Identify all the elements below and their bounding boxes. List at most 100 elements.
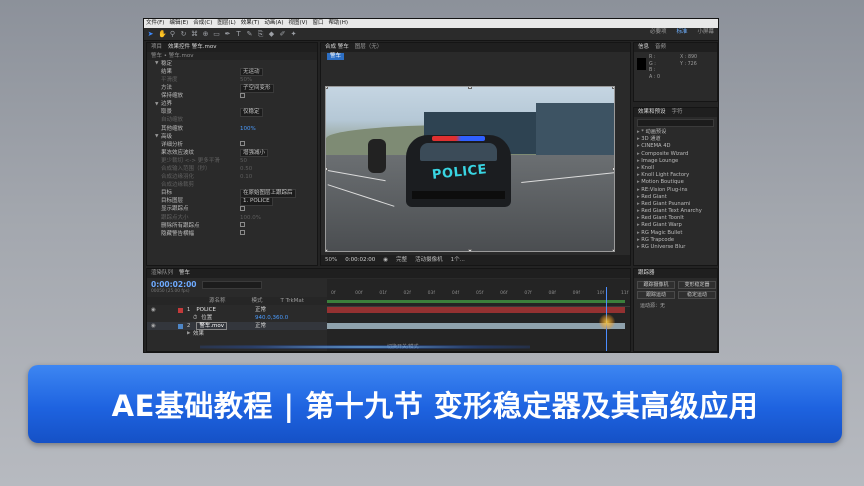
effects-category-item[interactable]: ▸ Image Lounge [634,158,717,165]
track-camera-button[interactable]: 跟踪摄像机 [637,281,675,289]
stopwatch-icon[interactable]: ⏱ [193,315,197,322]
camera-snapshot-icon[interactable]: ◉ [383,257,388,264]
effects-category-item[interactable]: ▸ Knoll [634,165,717,172]
timeline-search-input[interactable] [202,281,262,289]
effects-category-item[interactable]: ▸ Red Giant [634,194,717,201]
menu-item[interactable]: 动画(A) [264,20,283,27]
label-color-swatch[interactable] [177,307,183,313]
warp-stabilizer-button[interactable]: 变形稳定器 [678,281,716,289]
tab-tracker[interactable]: 跟踪器 [638,270,655,277]
effects-category-item[interactable]: ▸ 3D 通道 [634,136,717,143]
visibility-eye-icon[interactable]: ◉ [151,307,156,314]
bounding-handle[interactable] [468,249,472,251]
workspace-tab[interactable]: 小屏幕 [697,29,714,36]
effect-property-row[interactable]: 详细分析 [155,141,317,149]
effects-category-item[interactable]: ▸ RE:Vision Plug-ins [634,187,717,194]
rotate-tool-icon[interactable]: ↻ [180,30,187,38]
pen-tool-icon[interactable]: ✒ [224,30,231,38]
anchor-tool-icon[interactable]: ⊕ [202,30,209,38]
effect-property-row[interactable]: 显示跟踪点 [155,205,317,214]
checkbox[interactable] [240,205,245,211]
tab-character[interactable]: 字符 [672,109,683,116]
bounding-handle[interactable] [612,249,614,251]
brush-tool-icon[interactable]: ✎ [246,30,253,38]
mask-tool-icon[interactable]: ▭ [213,30,220,38]
track-motion-button[interactable]: 跟踪运动 [637,291,675,299]
effects-category-item[interactable]: ▸ RG Magic Bullet [634,230,717,237]
effects-search-input[interactable] [637,119,714,127]
puppet-tool-icon[interactable]: ✦ [290,30,297,38]
layer-name[interactable]: POLICE [196,307,216,314]
layer-name[interactable]: 警车.mov [196,321,228,331]
quality-select[interactable]: 完整 [396,257,407,264]
menu-item[interactable]: 效果(T) [241,20,260,27]
effect-property-row[interactable]: 合成输入范围（秒） 0.50 [155,165,317,173]
menu-item[interactable]: 图层(L) [217,20,235,27]
effects-category-item[interactable]: ▸ RG Trapcode [634,237,717,244]
property-dropdown[interactable]: 无运动 [240,67,263,77]
property-value[interactable]: 50% [240,77,252,84]
views-select[interactable]: 1个... [451,257,465,264]
effect-property-row[interactable]: 保持缩放 [155,92,317,100]
property-value[interactable]: 940.0,360.0 [255,315,288,322]
property-value[interactable]: 100.0% [240,215,261,222]
checkbox[interactable] [240,141,245,147]
timecode-display[interactable]: 0:00:02:00 [345,257,375,264]
effects-category-item[interactable]: ▸ Knoll Light Factory [634,172,717,179]
effects-category-item[interactable]: ▸ CINEMA 4D [634,143,717,150]
checkbox[interactable] [240,230,245,236]
zoom-tool-icon[interactable]: ⚲ [169,30,176,38]
menu-item[interactable]: 窗口 [313,20,324,27]
property-dropdown[interactable]: 增强减小 [240,148,269,158]
effects-category-item[interactable]: ▸ Red Giant Warp [634,222,717,229]
menu-item[interactable]: 合成(C) [193,20,212,27]
visibility-eye-icon[interactable]: ◉ [151,323,156,330]
property-value[interactable]: 0.10 [240,174,252,181]
checkbox[interactable] [240,92,245,98]
effects-category-item[interactable]: ▸ Motion Boutique [634,179,717,186]
effects-group-row[interactable]: ▶ 效果 [147,330,327,338]
tab-effect-controls[interactable]: 效果控件 警车.mov [168,44,216,51]
layer-row-1[interactable]: ◉ 1 POLICE 正常 [147,306,327,314]
tab-project[interactable]: 项目 [151,44,162,51]
motion-source-select[interactable]: 运动源：无 [640,303,665,309]
layer-property-row[interactable]: ⏱ 位置 940.0,360.0 [147,314,327,322]
workspace-tab[interactable]: 必要项 [650,29,667,36]
menu-item[interactable]: 帮助(H) [329,20,348,27]
effect-property-row[interactable]: 方法 子空间变形 [155,84,317,93]
bounding-handle[interactable] [326,167,328,171]
effect-property-row[interactable]: 目标 在原始图层上跟踪后 [155,189,317,198]
work-area-bar[interactable] [327,300,625,303]
effect-property-row[interactable]: 更少裁切 <-> 更多平滑 50 [155,157,317,165]
layer-1-duration-bar[interactable] [327,307,625,313]
effect-property-row[interactable]: 取景 仅稳定 [155,108,317,117]
effect-property-row[interactable]: ▼ 高级 [155,133,317,141]
tab-timeline-comp[interactable]: 警车 [179,270,190,277]
composition-viewer-frame[interactable]: POLICE [325,86,615,252]
effect-property-row[interactable]: ▼ 稳定 [155,60,317,68]
effect-property-row[interactable]: 删除所有跟踪点 [155,222,317,230]
property-dropdown[interactable]: 子空间变形 [240,84,274,93]
effects-category-item[interactable]: ▸ Red Giant ToonIt [634,215,717,222]
tab-effects-presets[interactable]: 效果和预设 [638,109,666,116]
effect-property-row[interactable]: ▼ 边界 [155,100,317,108]
eraser-tool-icon[interactable]: ◆ [268,30,275,38]
bounding-handle[interactable] [326,249,328,251]
menu-item[interactable]: 编辑(E) [169,20,188,27]
hand-tool-icon[interactable]: ✋ [158,30,167,38]
text-tool-icon[interactable]: T [235,30,242,38]
property-dropdown[interactable]: 仅稳定 [240,108,263,117]
property-value[interactable]: 0.50 [240,166,252,173]
layer-2-duration-bar[interactable] [327,323,625,329]
effect-property-row[interactable]: 平滑度 50% [155,76,317,84]
label-color-swatch[interactable] [177,323,183,329]
layer-mode-select[interactable]: 正常 [255,307,266,314]
bounding-handle[interactable] [326,87,328,89]
selection-tool-icon[interactable]: ➤ [147,30,154,38]
effects-category-item[interactable]: ▸ Red Giant Text Anarchy [634,208,717,215]
zoom-select[interactable]: 50% [325,257,337,264]
effect-property-row[interactable]: 其他缩放 100% [155,125,317,133]
effect-property-row[interactable]: 自动缩放 [155,117,317,125]
menu-item[interactable]: 视图(V) [288,20,307,27]
layer-mode-select[interactable]: 正常 [255,323,266,330]
